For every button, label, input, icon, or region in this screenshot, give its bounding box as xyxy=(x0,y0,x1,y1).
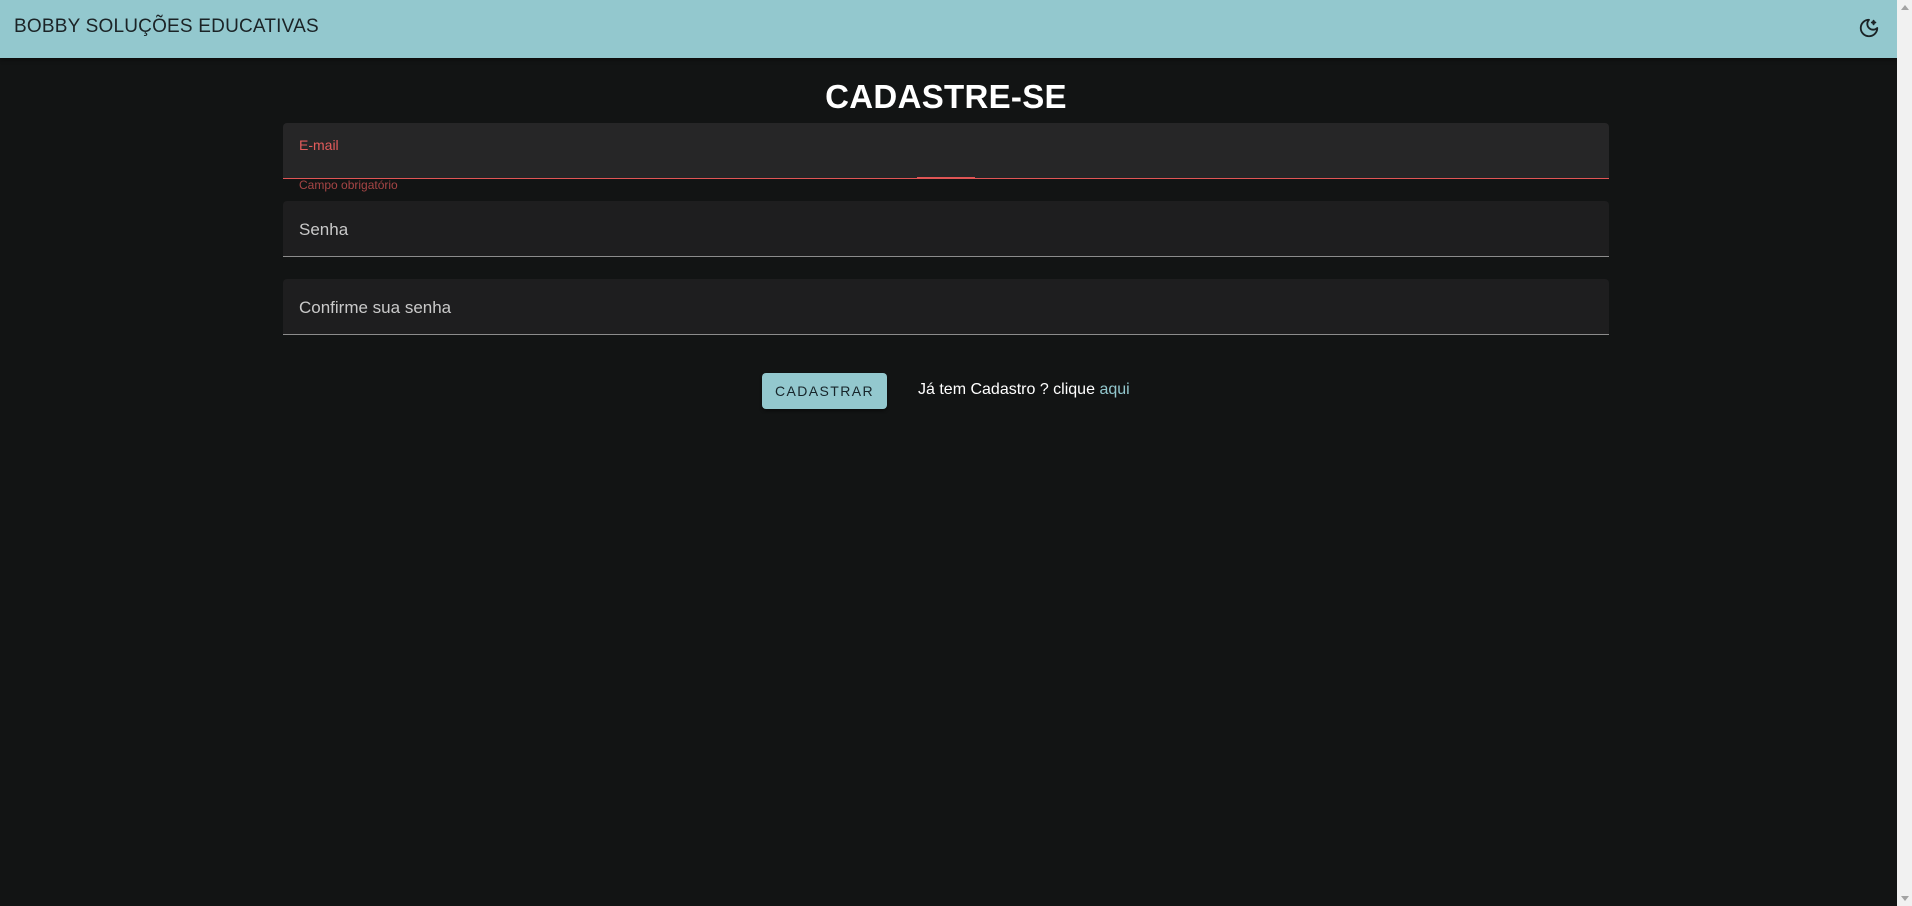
moon-stars-icon xyxy=(1859,18,1879,38)
page: BOBBY SOLUÇÕES EDUCATIVAS CADASTRE-SE E-… xyxy=(0,0,1897,906)
email-helper-text: Campo obrigatório xyxy=(299,178,398,192)
confirm-password-field[interactable]: Confirme sua senha xyxy=(283,279,1609,335)
page-title: CADASTRE-SE xyxy=(825,78,1067,115)
login-prompt: Já tem Cadastro ? clique aqui xyxy=(918,381,1130,399)
login-link[interactable]: aqui xyxy=(1099,381,1129,398)
brand-title: BOBBY SOLUÇÕES EDUCATIVAS xyxy=(14,16,319,37)
password-field[interactable]: Senha xyxy=(283,201,1609,257)
email-field[interactable]: E-mail xyxy=(283,123,1609,179)
confirm-password-input[interactable] xyxy=(299,303,1593,329)
cadastrar-button[interactable]: CADASTRAR xyxy=(762,373,887,409)
email-input[interactable] xyxy=(299,147,1593,173)
vertical-scrollbar[interactable] xyxy=(1897,0,1912,906)
scroll-down-arrow-icon[interactable] xyxy=(1901,896,1909,901)
app-bar: BOBBY SOLUÇÕES EDUCATIVAS xyxy=(0,0,1897,58)
scroll-up-arrow-icon[interactable] xyxy=(1901,5,1909,10)
theme-toggle-button[interactable] xyxy=(1856,15,1882,41)
email-focus-indicator xyxy=(917,177,975,179)
password-input[interactable] xyxy=(299,225,1593,251)
login-prompt-text: Já tem Cadastro ? clique xyxy=(918,381,1095,398)
